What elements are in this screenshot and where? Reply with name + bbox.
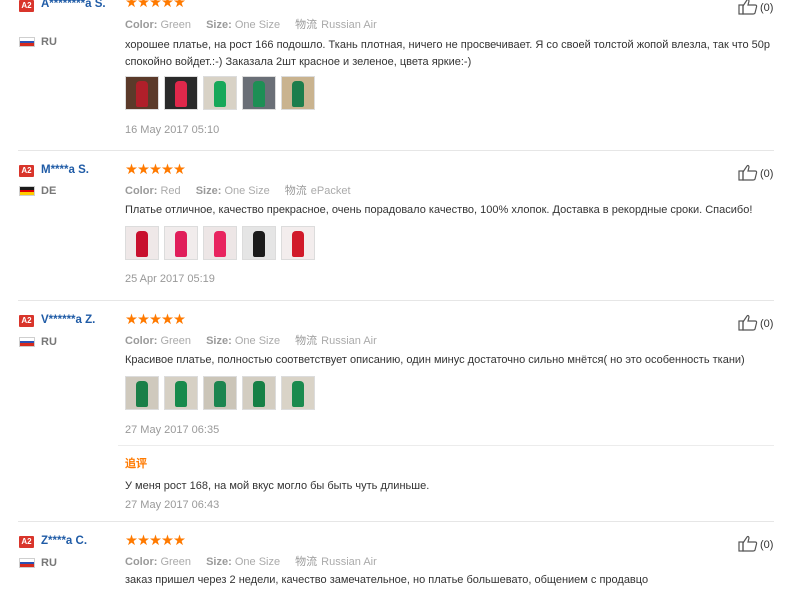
size-value: One Size: [234, 556, 281, 568]
reviewer-country: RU: [41, 36, 57, 48]
reviewer-country: RU: [41, 557, 57, 569]
order-info: Color: Red Size: One Size 物流 ePacket: [125, 182, 363, 198]
reviewer-name[interactable]: M****a S.: [41, 162, 115, 179]
buyer-level-badge: A2: [19, 0, 34, 12]
reviewer-name[interactable]: Z****a C.: [41, 533, 115, 550]
buyer-level-badge: A2: [19, 315, 34, 327]
review-photos: [125, 76, 320, 112]
germany-flag-icon: [19, 186, 35, 196]
review-photo-thumbnail[interactable]: [242, 376, 276, 410]
color-value: Green: [160, 335, 192, 347]
size-value: One Size: [234, 335, 281, 347]
size-value: One Size: [234, 19, 281, 31]
star-rating: ★★★★★: [125, 312, 186, 328]
review-photo-thumbnail[interactable]: [203, 76, 237, 110]
helpful-button[interactable]: (0): [738, 0, 773, 15]
review-photo-thumbnail[interactable]: [281, 226, 315, 260]
order-info: Color: Green Size: One Size 物流 Russian Ai…: [125, 332, 389, 348]
review-text: хорошее платье, на рост 166 подошло. Тка…: [125, 39, 770, 68]
review-photo-thumbnail[interactable]: [281, 76, 315, 110]
divider: [18, 300, 774, 301]
review-date: 25 Apr 2017 05:19: [125, 273, 215, 285]
helpful-count: (0): [760, 539, 774, 551]
additional-feedback-divider: [118, 445, 774, 446]
review-photos: [125, 226, 320, 262]
review-photo-thumbnail[interactable]: [125, 226, 159, 260]
reviewer-name[interactable]: V******a Z.: [41, 312, 115, 329]
shipping-value: ePacket: [310, 185, 351, 197]
review-text: Платье отличное, качество прекрасное, оч…: [125, 204, 753, 216]
color-value: Green: [160, 19, 192, 31]
shipping-value: Russian Air: [321, 19, 377, 31]
russia-flag-icon: [19, 337, 35, 347]
russia-flag-icon: [19, 558, 35, 568]
helpful-count: (0): [760, 318, 774, 330]
review-photo-thumbnail[interactable]: [242, 226, 276, 260]
review-photo-thumbnail[interactable]: [125, 76, 159, 110]
review-photo-thumbnail[interactable]: [125, 376, 159, 410]
star-rating: ★★★★★: [125, 533, 186, 549]
review-photo-thumbnail[interactable]: [281, 376, 315, 410]
helpful-button[interactable]: (0): [738, 164, 773, 181]
buyer-level-badge: A2: [19, 165, 34, 177]
helpful-button[interactable]: (0): [738, 535, 773, 552]
star-rating: ★★★★★: [125, 162, 186, 178]
russia-flag-icon: [19, 37, 35, 47]
color-value: Green: [160, 556, 192, 568]
review-photos: [125, 376, 320, 412]
shipping-value: Russian Air: [321, 335, 377, 347]
review-photo-thumbnail[interactable]: [203, 226, 237, 260]
shipping-label: 物流: [295, 334, 318, 347]
thumbs-up-icon: [738, 0, 758, 15]
review-photo-thumbnail[interactable]: [164, 226, 198, 260]
shipping-value: Russian Air: [321, 556, 377, 568]
additional-feedback-text: У меня рост 168, на мой вкус могло бы бы…: [125, 480, 430, 492]
divider: [18, 521, 774, 522]
review-photo-thumbnail[interactable]: [164, 376, 198, 410]
color-value: Red: [160, 185, 181, 197]
reviewer-country: DE: [41, 185, 57, 197]
shipping-label: 物流: [295, 18, 318, 31]
additional-feedback-label: 追评: [125, 458, 147, 470]
size-label: Size:: [206, 556, 232, 568]
helpful-count: (0): [760, 2, 774, 14]
shipping-label: 物流: [284, 184, 307, 197]
review-date: 27 May 2017 06:35: [125, 424, 220, 436]
shipping-label: 物流: [295, 555, 318, 568]
color-label: Color:: [125, 335, 158, 347]
review-text: Красивое платье, полностью соответствует…: [125, 354, 745, 366]
size-label: Size:: [206, 19, 232, 31]
thumbs-up-icon: [738, 535, 758, 552]
review-date: 16 May 2017 05:10: [125, 124, 220, 136]
size-label: Size:: [195, 185, 222, 197]
order-info: Color: Green Size: One Size 物流 Russian Ai…: [125, 16, 389, 32]
buyer-level-badge: A2: [19, 536, 34, 548]
thumbs-up-icon: [738, 164, 758, 181]
star-rating: ★★★★★: [125, 0, 186, 11]
review-photo-thumbnail[interactable]: [203, 376, 237, 410]
reviewer-name[interactable]: A********a S.: [41, 0, 115, 13]
additional-feedback-date: 27 May 2017 06:43: [125, 499, 220, 511]
review-text: заказ пришел через 2 недели, качество за…: [125, 574, 649, 586]
review-photo-thumbnail[interactable]: [164, 76, 198, 110]
helpful-button[interactable]: (0): [738, 314, 773, 331]
color-label: Color:: [125, 19, 158, 31]
divider: [18, 150, 774, 151]
size-value: One Size: [224, 185, 270, 197]
review-photo-thumbnail[interactable]: [242, 76, 276, 110]
thumbs-up-icon: [738, 314, 758, 331]
helpful-count: (0): [760, 168, 774, 180]
order-info: Color: Green Size: One Size 物流 Russian Ai…: [125, 553, 389, 569]
color-label: Color:: [125, 556, 158, 568]
reviewer-country: RU: [41, 336, 57, 348]
color-label: Color:: [125, 185, 158, 197]
size-label: Size:: [206, 335, 232, 347]
